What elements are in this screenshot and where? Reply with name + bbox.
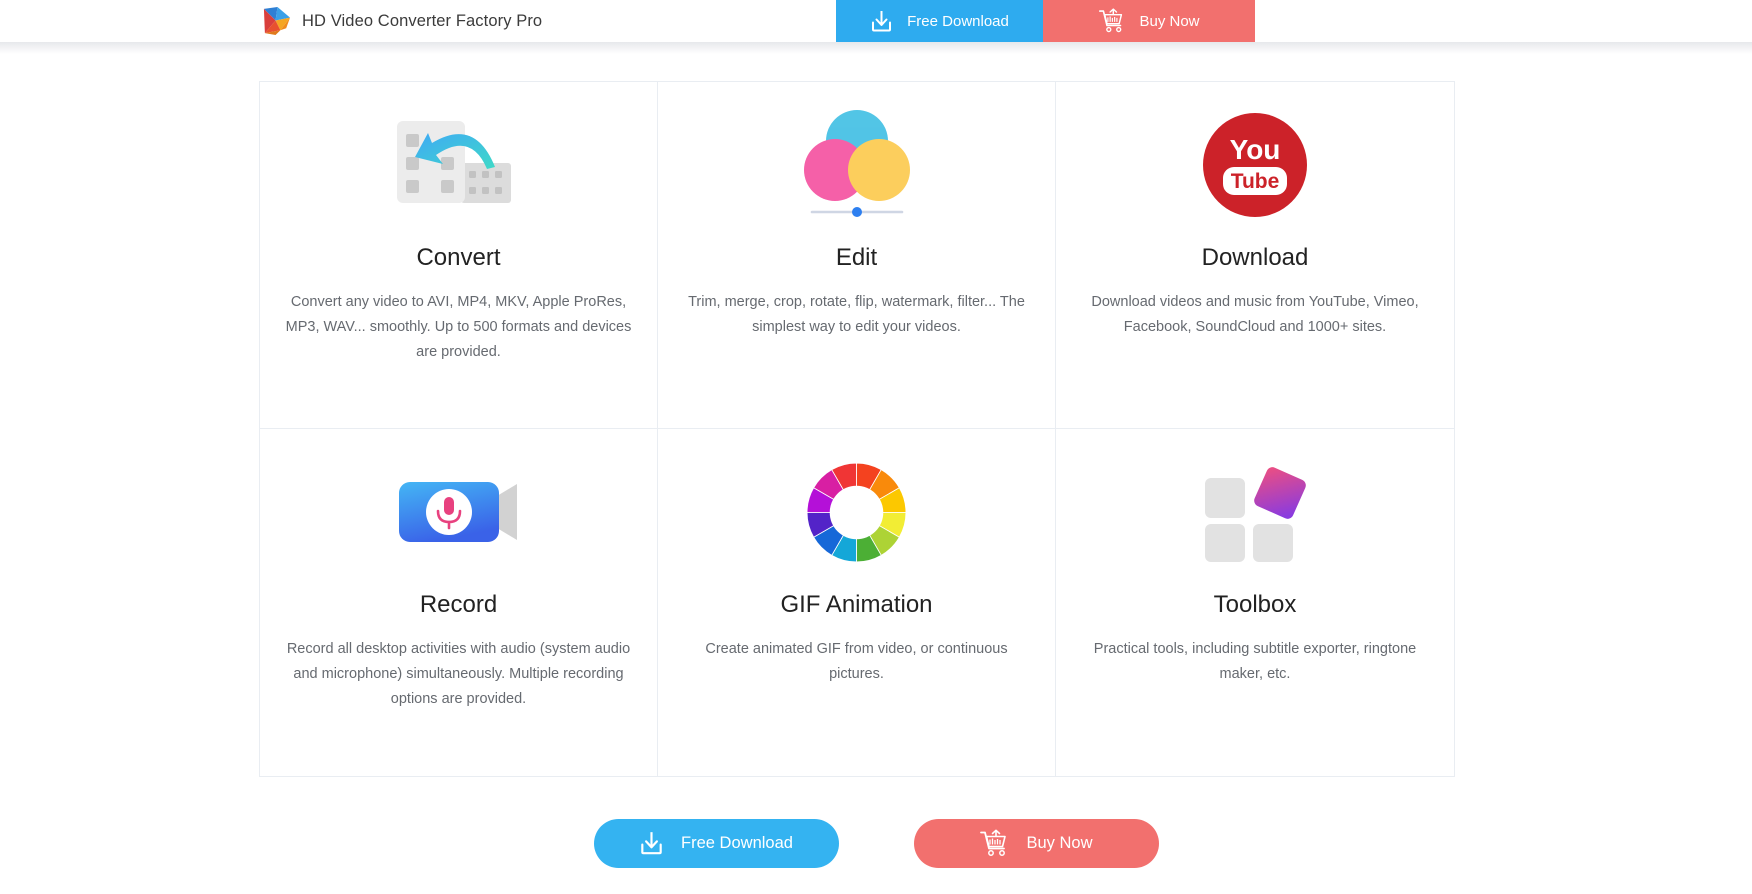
convert-film-arrow-icon [260, 90, 657, 240]
header-buy-now-label: Buy Now [1139, 12, 1200, 30]
app-logo-play-triangle-icon [261, 6, 292, 36]
brand: HD Video Converter Factory Pro [261, 0, 542, 42]
header-shadow [0, 42, 1752, 54]
app-title: HD Video Converter Factory Pro [302, 11, 543, 30]
feature-title: Convert [416, 244, 501, 271]
feature-grid: Convert Convert any video to AVI, MP4, M… [259, 81, 1455, 777]
feature-description: Record all desktop activities with audio… [286, 641, 631, 707]
cta-buy-now-button[interactable]: Buy Now [913, 819, 1159, 868]
feature-card-download[interactable]: You Tube Download Download videos and mu… [1056, 82, 1454, 429]
download-arrow-icon [639, 830, 664, 857]
feature-card-edit[interactable]: Edit Trim, merge, crop, rotate, flip, wa… [658, 82, 1056, 429]
feature-title: Download [1201, 244, 1309, 271]
toolbox-squares-icon [1056, 437, 1454, 587]
feature-description: Trim, merge, crop, rotate, flip, waterma… [688, 294, 1025, 335]
record-microphone-camera-icon [260, 437, 657, 587]
feature-card-toolbox[interactable]: Toolbox Practical tools, including subti… [1056, 429, 1454, 776]
youtube-you-text: You [1230, 134, 1281, 165]
feature-description: Download videos and music from YouTube, … [1091, 294, 1419, 335]
youtube-tube-text: Tube [1231, 170, 1280, 193]
shopping-cart-icon [979, 829, 1009, 858]
youtube-logo-icon: You Tube [1056, 90, 1454, 240]
cta-buy-now-label: Buy Now [1026, 834, 1093, 852]
cta-free-download-button[interactable]: Free Download [593, 819, 839, 868]
color-wheel-icon [658, 437, 1055, 587]
feature-card-record[interactable]: Record Record all desktop activities wit… [260, 429, 658, 776]
feature-description: Create animated GIF from video, or conti… [705, 641, 1008, 682]
header-actions: Free Download Buy Now [836, 0, 1255, 42]
feature-title: Record [419, 591, 498, 618]
shopping-cart-icon [1098, 8, 1125, 34]
app-header: HD Video Converter Factory Pro Free Down… [0, 0, 1752, 42]
feature-title: Toolbox [1213, 591, 1297, 618]
feature-description: Convert any video to AVI, MP4, MKV, Appl… [285, 294, 632, 360]
header-buy-now-button[interactable]: Buy Now [1043, 0, 1255, 42]
header-free-download-label: Free Download [907, 12, 1009, 30]
feature-card-gif-animation[interactable]: GIF Animation Create animated GIF from v… [658, 429, 1056, 776]
bottom-cta-row: Free Download Buy Now [0, 819, 1752, 868]
feature-title: Edit [835, 244, 878, 271]
cta-free-download-label: Free Download [681, 834, 793, 852]
feature-description: Practical tools, including subtitle expo… [1093, 641, 1417, 682]
feature-title: GIF Animation [780, 591, 933, 618]
edit-color-circles-slider-icon [658, 90, 1055, 240]
feature-card-convert[interactable]: Convert Convert any video to AVI, MP4, M… [260, 82, 658, 429]
download-arrow-icon [870, 9, 893, 34]
header-free-download-button[interactable]: Free Download [836, 0, 1043, 42]
